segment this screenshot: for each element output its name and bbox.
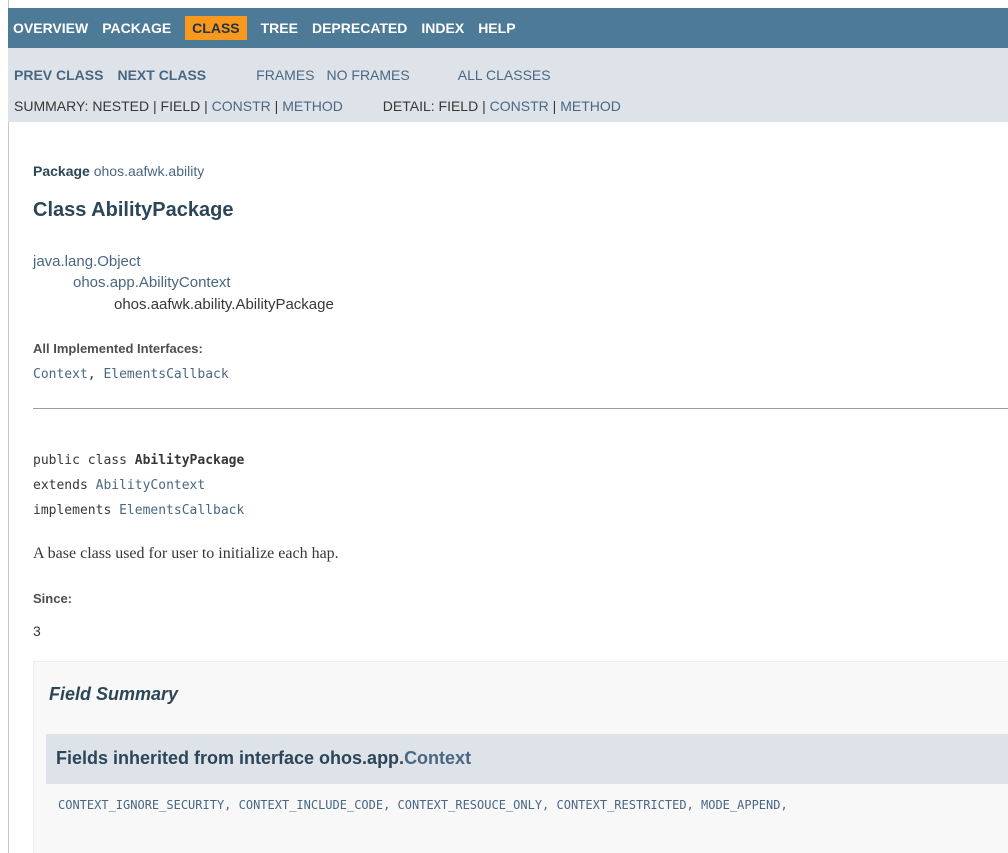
- inherited-prefix: Fields inherited from interface ohos.app…: [56, 748, 405, 768]
- since-value: 3: [33, 623, 41, 639]
- inheritance-object-link[interactable]: java.lang.Object: [33, 253, 141, 270]
- nav-help[interactable]: HELP: [478, 16, 515, 40]
- separator: |: [204, 98, 208, 114]
- nav-class-active: CLASS: [185, 16, 247, 40]
- nav-index[interactable]: INDEX: [421, 16, 464, 40]
- prev-class-link[interactable]: PREV CLASS: [14, 67, 103, 83]
- signature-line-1: public class AbilityPackage: [33, 453, 244, 468]
- frames-link[interactable]: FRAMES: [256, 67, 314, 83]
- summary-label: SUMMARY:: [14, 98, 89, 114]
- all-classes-link[interactable]: ALL CLASSES: [458, 67, 551, 83]
- nav-package[interactable]: PACKAGE: [102, 16, 171, 40]
- signature-line-2: extends AbilityContext: [33, 478, 205, 493]
- sig-extends-link[interactable]: AbilityContext: [96, 478, 206, 493]
- comma: ,: [87, 367, 96, 382]
- summary-method-link[interactable]: METHOD: [282, 98, 343, 114]
- sig-class-name: AbilityPackage: [134, 453, 245, 468]
- page-title: Class AbilityPackage: [33, 199, 234, 221]
- field-summary-title: Field Summary: [49, 684, 179, 704]
- package-line: Package ohos.aafwk.ability: [33, 163, 204, 179]
- separator: |: [552, 98, 557, 114]
- detail-label: DETAIL:: [382, 98, 435, 114]
- sig-implements-link[interactable]: ElementsCallback: [119, 503, 244, 518]
- signature-line-3: implements ElementsCallback: [33, 503, 244, 518]
- nav-deprecated[interactable]: DEPRECATED: [312, 16, 407, 40]
- interface-context-link[interactable]: Context: [33, 367, 88, 382]
- package-link[interactable]: ohos.aafwk.ability: [94, 163, 205, 179]
- inherited-fields-header: Fields inherited from interface ohos.app…: [46, 734, 1008, 784]
- field-summary-section: Field Summary Fields inherited from inte…: [33, 661, 1008, 853]
- inheritance-current-class: ohos.aafwk.ability.AbilityPackage: [114, 296, 334, 313]
- subnav-row-links: PREV CLASS NEXT CLASS FRAMES NO FRAMES ALL C…: [14, 67, 551, 83]
- summary-nested: NESTED: [92, 98, 150, 114]
- sig-extends: extends: [33, 478, 96, 493]
- sub-nav-bar: PREV CLASS NEXT CLASS FRAMES NO FRAMES ALL C…: [8, 48, 1008, 122]
- detail-constr-link[interactable]: CONSTR: [490, 98, 549, 114]
- summary-constr-link[interactable]: CONSTR: [212, 98, 271, 114]
- package-label: Package: [33, 163, 90, 179]
- nav-overview[interactable]: OVERVIEW: [13, 16, 88, 40]
- implemented-interfaces-list: Context, ElementsCallback: [33, 367, 229, 382]
- since-label: Since:: [33, 591, 73, 606]
- inherited-fields-title: Fields inherited from interface ohos.app…: [56, 748, 471, 769]
- next-class-link[interactable]: NEXT CLASS: [117, 67, 206, 83]
- sig-public-class: public class: [33, 453, 135, 468]
- inherited-context-link[interactable]: Context: [404, 748, 471, 768]
- divider: [33, 408, 1008, 409]
- subnav-row-summary: SUMMARY: NESTED | FIELD | CONSTR | METHO…: [14, 98, 621, 114]
- detail-group: DETAIL: FIELD | CONSTR | METHOD: [383, 98, 621, 114]
- left-border: [8, 0, 9, 853]
- implemented-interfaces-label: All Implemented Interfaces:: [33, 341, 203, 356]
- separator: |: [274, 98, 279, 114]
- no-frames-link[interactable]: NO FRAMES: [327, 67, 410, 83]
- inheritance-abilitycontext-link[interactable]: ohos.app.AbilityContext: [73, 274, 231, 291]
- interface-elementscallback-link[interactable]: ElementsCallback: [103, 367, 228, 382]
- nav-tree[interactable]: TREE: [261, 16, 298, 40]
- detail-method-link[interactable]: METHOD: [560, 98, 621, 114]
- class-description: A base class used for user to initialize…: [33, 545, 339, 562]
- inherited-fields-list[interactable]: CONTEXT_IGNORE_SECURITY, CONTEXT_INCLUDE…: [58, 798, 788, 812]
- separator: |: [153, 98, 157, 114]
- sig-implements: implements: [33, 503, 120, 518]
- separator: |: [482, 98, 486, 114]
- top-nav-bar: OVERVIEW PACKAGE CLASS TREE DEPRECATED I…: [8, 8, 1008, 48]
- detail-field: FIELD: [438, 98, 479, 114]
- summary-field: FIELD: [160, 98, 201, 114]
